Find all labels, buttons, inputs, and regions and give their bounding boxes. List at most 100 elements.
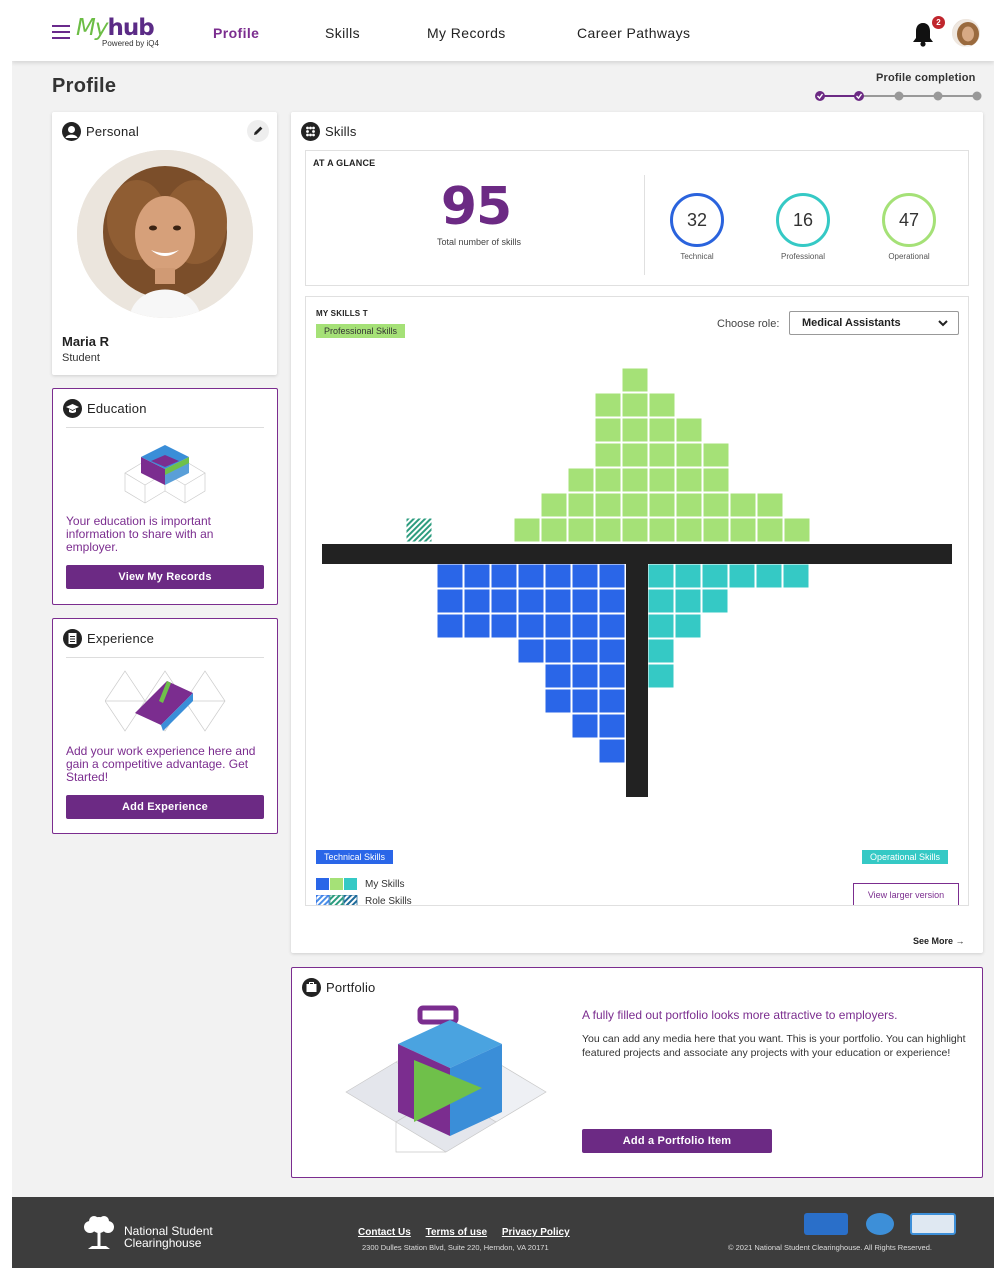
nav-skills[interactable]: Skills [325, 25, 360, 41]
technical-skill-cell [571, 613, 599, 639]
person-icon [62, 121, 81, 141]
total-skills-label: Total number of skills [436, 237, 522, 247]
person-name: Maria R [62, 334, 109, 349]
professional-skill-cell [513, 517, 541, 543]
education-illustration [124, 445, 206, 504]
glance-label: AT A GLANCE [313, 158, 376, 168]
operational-skill-cell [647, 613, 675, 639]
footer-links: Contact Us Terms of use Privacy Policy [358, 1227, 582, 1238]
document-icon [63, 628, 82, 648]
add-experience-button[interactable]: Add Experience [66, 795, 264, 819]
professional-skill-cell [756, 517, 784, 543]
tree-trunk [626, 564, 648, 797]
total-skills-count: 95 [440, 177, 512, 237]
portfolio-icon [302, 977, 321, 997]
page: Myhub Powered by iQ4 Profile Skills My R… [12, 5, 994, 1268]
tree-logo-icon [84, 1216, 114, 1249]
divider [644, 175, 645, 275]
professional-skill-cell [675, 492, 703, 518]
technical-skill-cell [517, 638, 545, 664]
professional-skill-cell [567, 492, 595, 518]
at-a-glance-panel: AT A GLANCE 95 Total number of skills 32… [305, 150, 969, 286]
professional-skill-cell [594, 517, 622, 543]
education-title: Education [87, 400, 147, 416]
contact-us-link[interactable]: Contact Us [358, 1227, 411, 1238]
technical-skill-cell [571, 563, 599, 589]
technical-skill-cell [544, 563, 572, 589]
student-privacy-pledge-badge[interactable] [910, 1213, 956, 1235]
user-avatar[interactable] [950, 17, 982, 49]
operational-skill-cell [647, 563, 675, 589]
professional-skill-cell [567, 467, 595, 493]
profile-completion-stepper [815, 91, 982, 101]
professional-skill-cell [594, 467, 622, 493]
operational-skill-cell [782, 563, 810, 589]
operational-count: 47 [882, 193, 936, 247]
professional-skill-cell [648, 517, 676, 543]
professional-skill-cell [648, 492, 676, 518]
legend-my-skills: My Skills [316, 878, 404, 890]
notification-badge: 2 [932, 16, 945, 29]
nav-career-pathways[interactable]: Career Pathways [577, 25, 690, 41]
bell-icon[interactable] [912, 21, 934, 47]
portfolio-illustration [345, 1005, 547, 1153]
professional-skill-cell [621, 517, 649, 543]
professional-count: 16 [776, 193, 830, 247]
personal-card: Personal Maria R Student [52, 112, 277, 375]
technical-skill-cell [571, 588, 599, 614]
professional-skill-cell [675, 417, 703, 443]
professional-skill-cell [621, 392, 649, 418]
see-more-link[interactable]: See More → [913, 936, 965, 946]
technical-skill-cell [598, 738, 626, 764]
professional-skill-cell [675, 467, 703, 493]
nav-my-records[interactable]: My Records [427, 25, 506, 41]
view-my-records-button[interactable]: View My Records [66, 565, 264, 589]
technical-skill-cell [544, 663, 572, 689]
securetrust-badge[interactable] [804, 1213, 848, 1235]
legend-my-label: My Skills [365, 878, 405, 890]
portfolio-body: You can add any media here that you want… [582, 1033, 966, 1059]
portfolio-headline: A fully filled out portfolio looks more … [582, 1008, 898, 1022]
technical-skill-cell [544, 613, 572, 639]
profile-photo [77, 150, 253, 318]
professional-skill-cell [621, 367, 649, 393]
professional-skill-cell [540, 492, 568, 518]
page-title: Profile [52, 75, 117, 97]
professional-skill-cell [702, 467, 730, 493]
skill-tree-chart [322, 367, 952, 797]
skills-card: Skills AT A GLANCE 95 Total number of sk… [291, 112, 983, 953]
nav-profile[interactable]: Profile [213, 25, 259, 41]
footer-org-line2: Clearinghouse [124, 1236, 202, 1250]
operational-skill-cell [674, 563, 702, 589]
skills-dots-icon [301, 121, 320, 141]
operational-skill-cell [728, 563, 756, 589]
professional-skill-cell [756, 492, 784, 518]
professional-skill-cell [540, 517, 568, 543]
myhub-logo[interactable]: Myhub Powered by iQ4 [76, 15, 176, 51]
trust-seal-badge[interactable] [866, 1213, 894, 1235]
operational-skill-cell [701, 563, 729, 589]
professional-skill-cell [648, 392, 676, 418]
edit-personal-button[interactable] [247, 120, 269, 142]
professional-skill-cell [594, 392, 622, 418]
terms-link[interactable]: Terms of use [426, 1227, 488, 1238]
technical-skill-cell [598, 638, 626, 664]
add-portfolio-item-button[interactable]: Add a Portfolio Item [582, 1129, 772, 1153]
technical-skill-cell [436, 613, 464, 639]
professional-skill-cell [567, 517, 595, 543]
technical-skill-cell [598, 663, 626, 689]
technical-label: Technical [680, 252, 714, 261]
professional-label: Professional [780, 252, 826, 261]
menu-icon[interactable] [52, 25, 70, 39]
operational-skill-cell [674, 588, 702, 614]
legend-role-label: Role Skills [365, 895, 412, 906]
logo-sub: Powered by iQ4 [102, 39, 159, 48]
privacy-link[interactable]: Privacy Policy [502, 1227, 570, 1238]
view-larger-button[interactable]: View larger version [853, 883, 959, 905]
person-role: Student [62, 352, 100, 364]
pencil-icon [254, 126, 263, 135]
professional-skill-cell [621, 492, 649, 518]
experience-title: Experience [87, 630, 155, 646]
education-text: Your education is important information … [66, 514, 214, 554]
operational-skills-tag: Operational Skills [862, 850, 949, 864]
